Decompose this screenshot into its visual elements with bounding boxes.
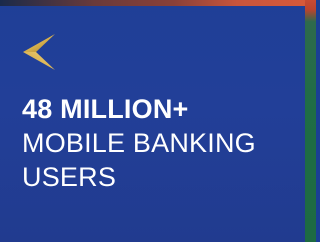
right-image-edge — [305, 0, 316, 242]
headline-stat: 48 MILLION+ — [22, 94, 189, 124]
top-image-edge — [0, 0, 316, 6]
headline-subtitle-line1: MOBILE BANKING — [22, 128, 256, 158]
chevron-arrow-logo-icon — [23, 34, 55, 70]
headline: 48 MILLION+ MOBILE BANKING USERS — [22, 92, 256, 194]
promo-banner: 48 MILLION+ MOBILE BANKING USERS — [0, 0, 316, 242]
headline-subtitle-line2: USERS — [22, 162, 117, 192]
